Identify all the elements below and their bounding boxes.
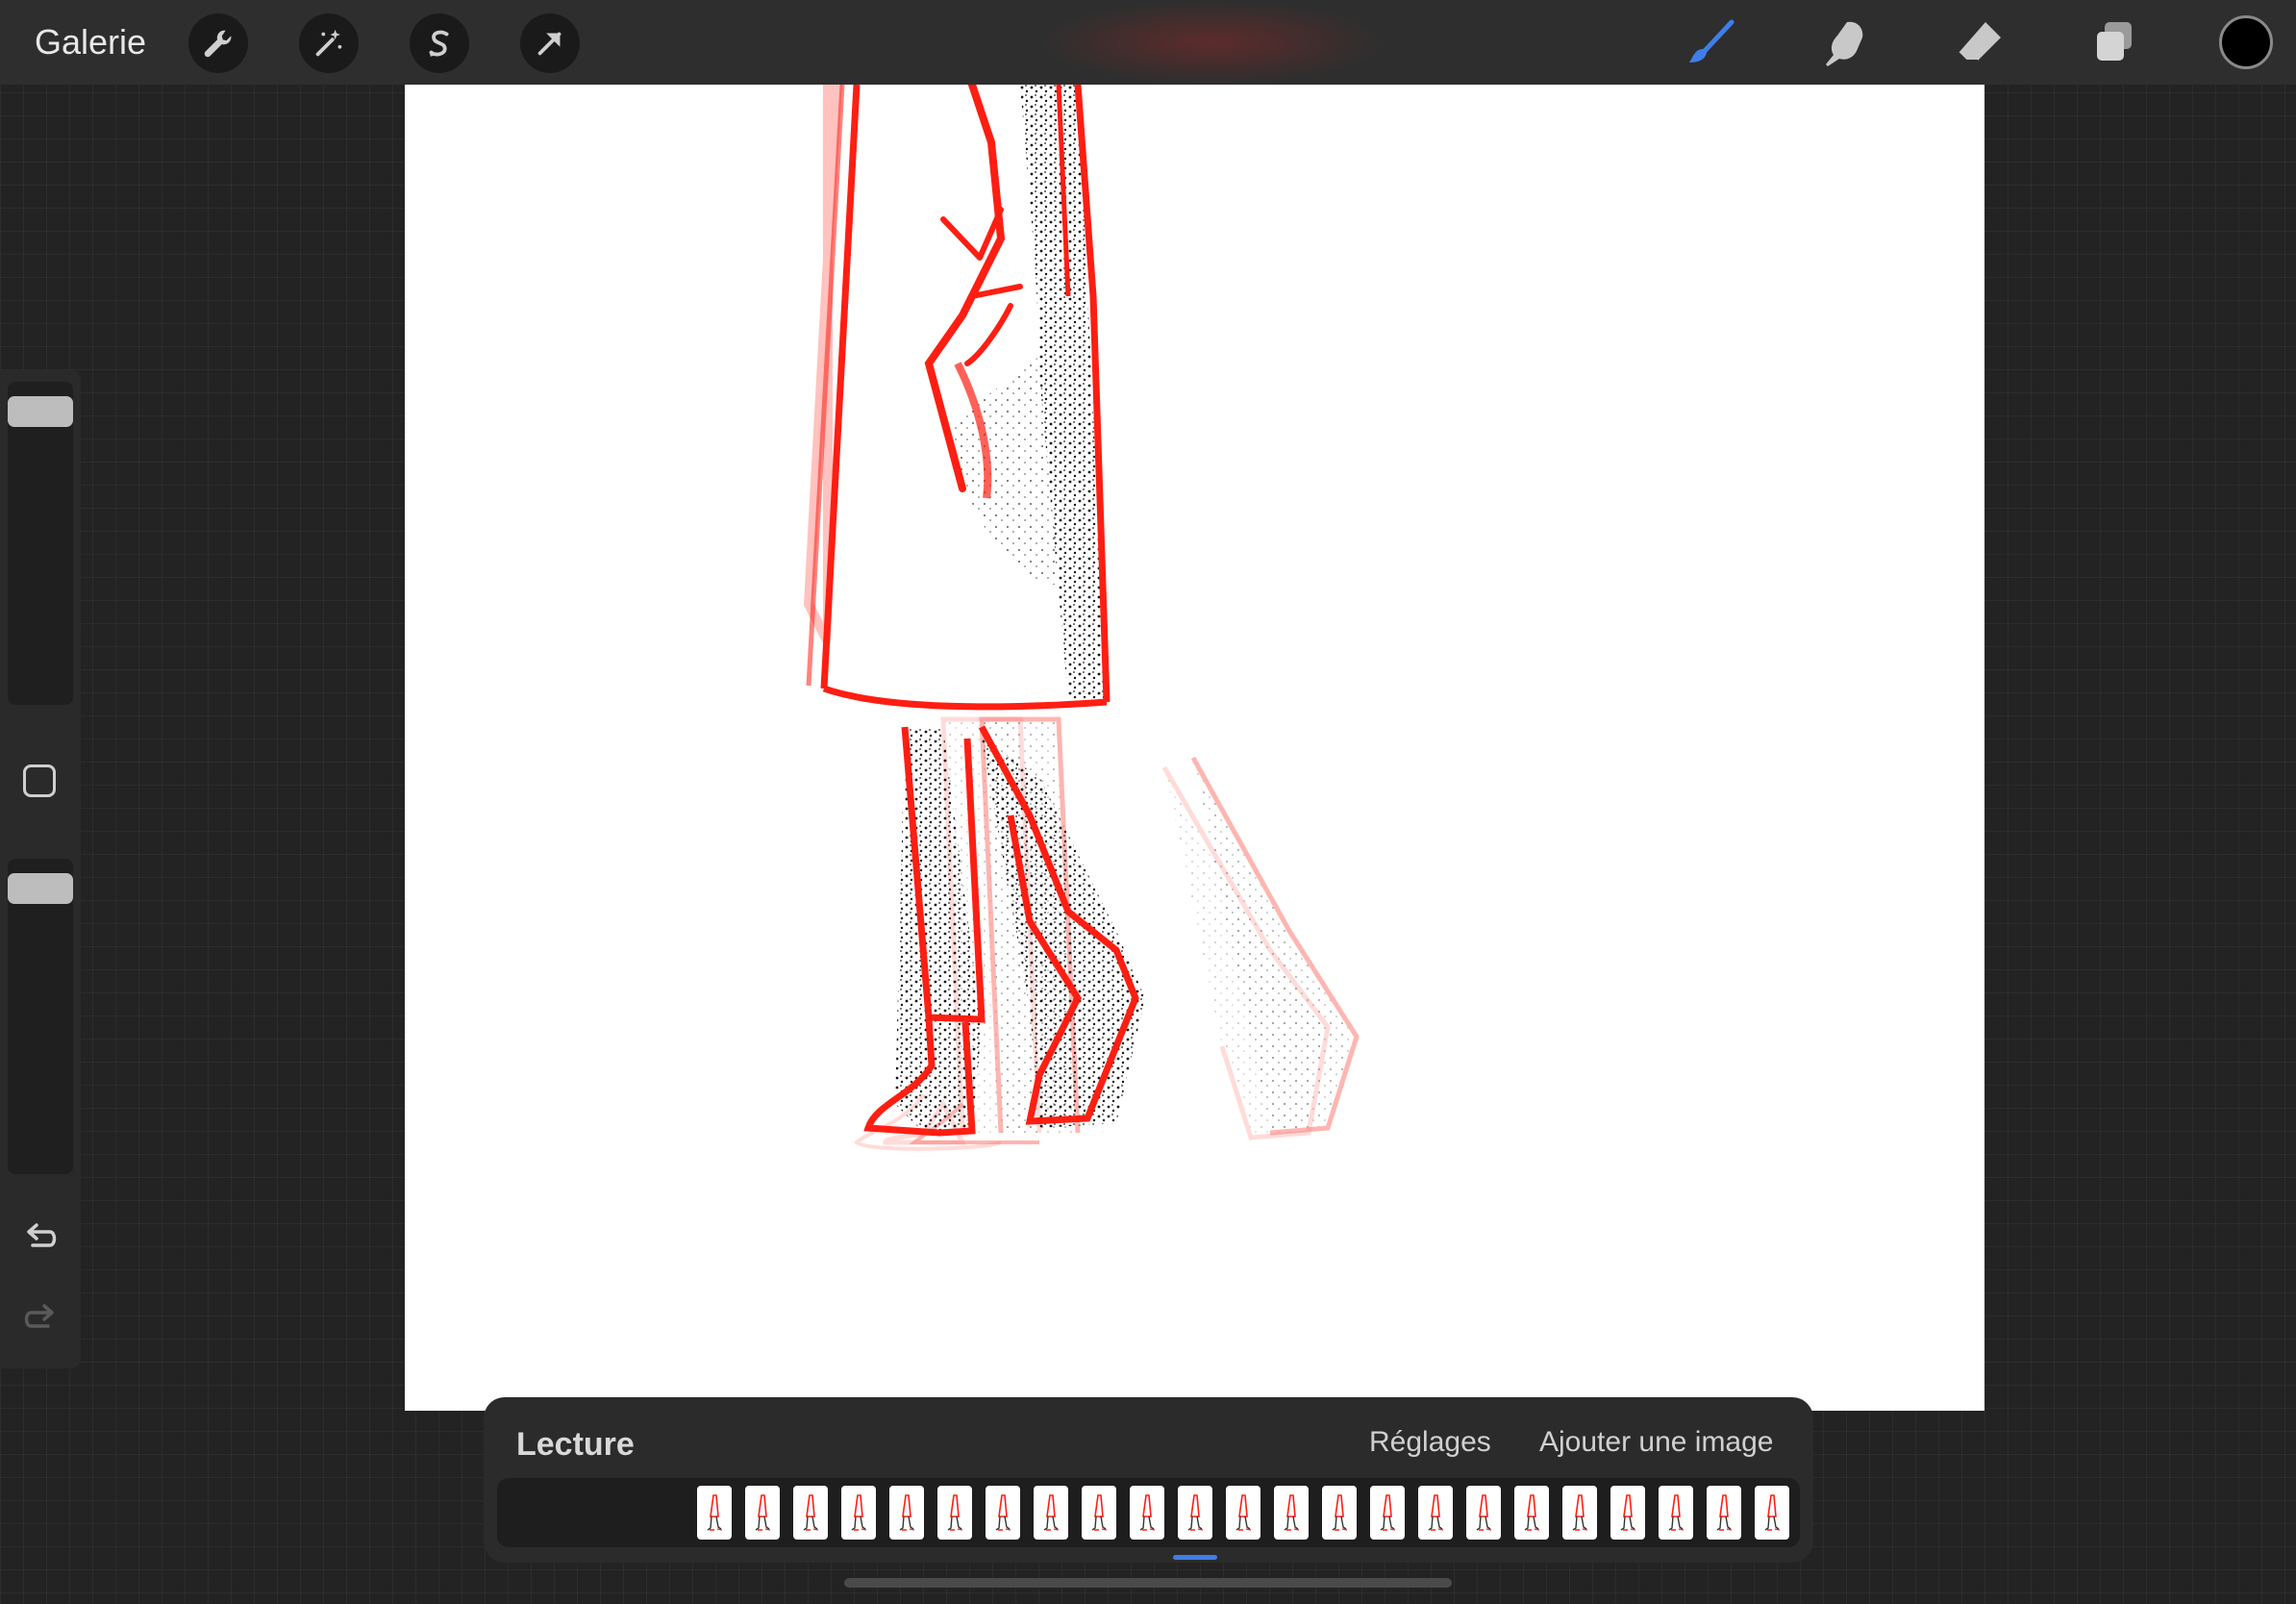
animation-frame[interactable] [889,1486,924,1540]
frame-thumbnail [899,1494,915,1531]
frame-thumbnail [851,1494,867,1531]
eraser-tool-button[interactable] [1950,13,2009,73]
frame-thumbnail [1620,1494,1636,1531]
selection-s-icon [429,30,449,57]
opacity-thumb[interactable] [8,872,73,904]
frame-strip [697,1486,1789,1541]
frame-thumbnail [1764,1494,1781,1531]
left-sidebar [0,370,81,1368]
animation-frame[interactable] [1610,1486,1645,1540]
animation-frame[interactable] [1659,1486,1693,1540]
animation-frame[interactable] [1370,1486,1405,1540]
animation-frame[interactable] [841,1486,876,1540]
animation-frame[interactable] [1562,1486,1597,1540]
top-toolbar: Galerie [0,0,2296,85]
animation-frame[interactable] [745,1486,780,1540]
color-picker-button[interactable] [2219,15,2273,69]
animation-frame[interactable] [1226,1486,1260,1540]
smudge-finger-icon [1826,21,1863,66]
brush-size-thumb[interactable] [8,396,73,428]
square-modifier-icon[interactable] [23,764,56,797]
frame-thumbnail [1235,1494,1252,1531]
brush-size-slider[interactable] [8,382,73,705]
frame-thumbnail [1524,1494,1540,1531]
animation-frame[interactable] [1322,1486,1357,1540]
redo-arrow-icon[interactable] [17,1295,63,1341]
frame-thumbnail [1187,1494,1204,1531]
animation-frame[interactable] [1130,1486,1164,1540]
opacity-slider[interactable] [8,859,73,1174]
adjustments-button[interactable] [299,13,359,73]
undo-arrow-icon[interactable] [17,1215,63,1261]
transform-button[interactable] [520,13,580,73]
animation-frame[interactable] [986,1486,1020,1540]
frame-thumbnail [1091,1494,1108,1531]
settings-button[interactable]: Réglages [1369,1426,1491,1459]
eraser-icon [1958,22,2001,62]
smudge-tool-button[interactable] [1815,13,1875,73]
frame-thumbnail [1476,1494,1492,1531]
frame-timeline [497,1478,1800,1547]
animation-frame[interactable] [1707,1486,1741,1540]
animation-frame[interactable] [1034,1486,1068,1540]
animation-frame[interactable] [1274,1486,1309,1540]
layers-tool-button[interactable] [2084,13,2144,73]
gallery-button[interactable]: Galerie [35,21,146,63]
animation-frame[interactable] [1418,1486,1453,1540]
animation-frame[interactable] [1082,1486,1116,1540]
frame-thumbnail [1572,1494,1588,1531]
animation-frame[interactable] [1466,1486,1501,1540]
frame-thumbnail [1284,1494,1300,1531]
frame-thumbnail [995,1494,1011,1531]
toolbar-glow [1038,0,1385,85]
current-frame-indicator [1173,1555,1217,1560]
frame-thumbnail [1428,1494,1444,1531]
animation-frame[interactable] [1755,1486,1789,1540]
animation-frame[interactable] [937,1486,972,1540]
frame-thumbnail [1380,1494,1396,1531]
home-indicator [844,1578,1452,1588]
frame-thumbnail [1716,1494,1733,1531]
animation-panel: Lecture Réglages Ajouter une image [484,1397,1813,1563]
character-drawing [803,85,1360,1151]
arrow-cursor-icon [537,32,562,56]
frame-thumbnail [803,1494,819,1531]
magic-wand-icon [315,29,342,57]
brush-tool-button[interactable] [1681,13,1740,73]
animation-frame[interactable] [793,1486,828,1540]
animation-frame[interactable] [697,1486,732,1540]
frame-thumbnail [1668,1494,1685,1531]
selection-button[interactable] [410,13,469,73]
add-frame-button[interactable]: Ajouter une image [1539,1426,1774,1459]
frame-thumbnail [947,1494,963,1531]
animation-frame[interactable] [1514,1486,1549,1540]
brush-icon [1689,19,1734,63]
frame-thumbnail [1043,1494,1060,1531]
actions-button[interactable] [188,13,248,73]
frame-thumbnail [1332,1494,1348,1531]
frame-thumbnail [1139,1494,1156,1531]
frame-thumbnail [755,1494,771,1531]
drawing-canvas[interactable] [405,85,1984,1411]
layers-icon [2097,22,2132,61]
animation-frame[interactable] [1178,1486,1212,1540]
wrench-icon [204,30,232,58]
frame-thumbnail [707,1494,723,1531]
playback-button[interactable]: Lecture [516,1426,635,1464]
